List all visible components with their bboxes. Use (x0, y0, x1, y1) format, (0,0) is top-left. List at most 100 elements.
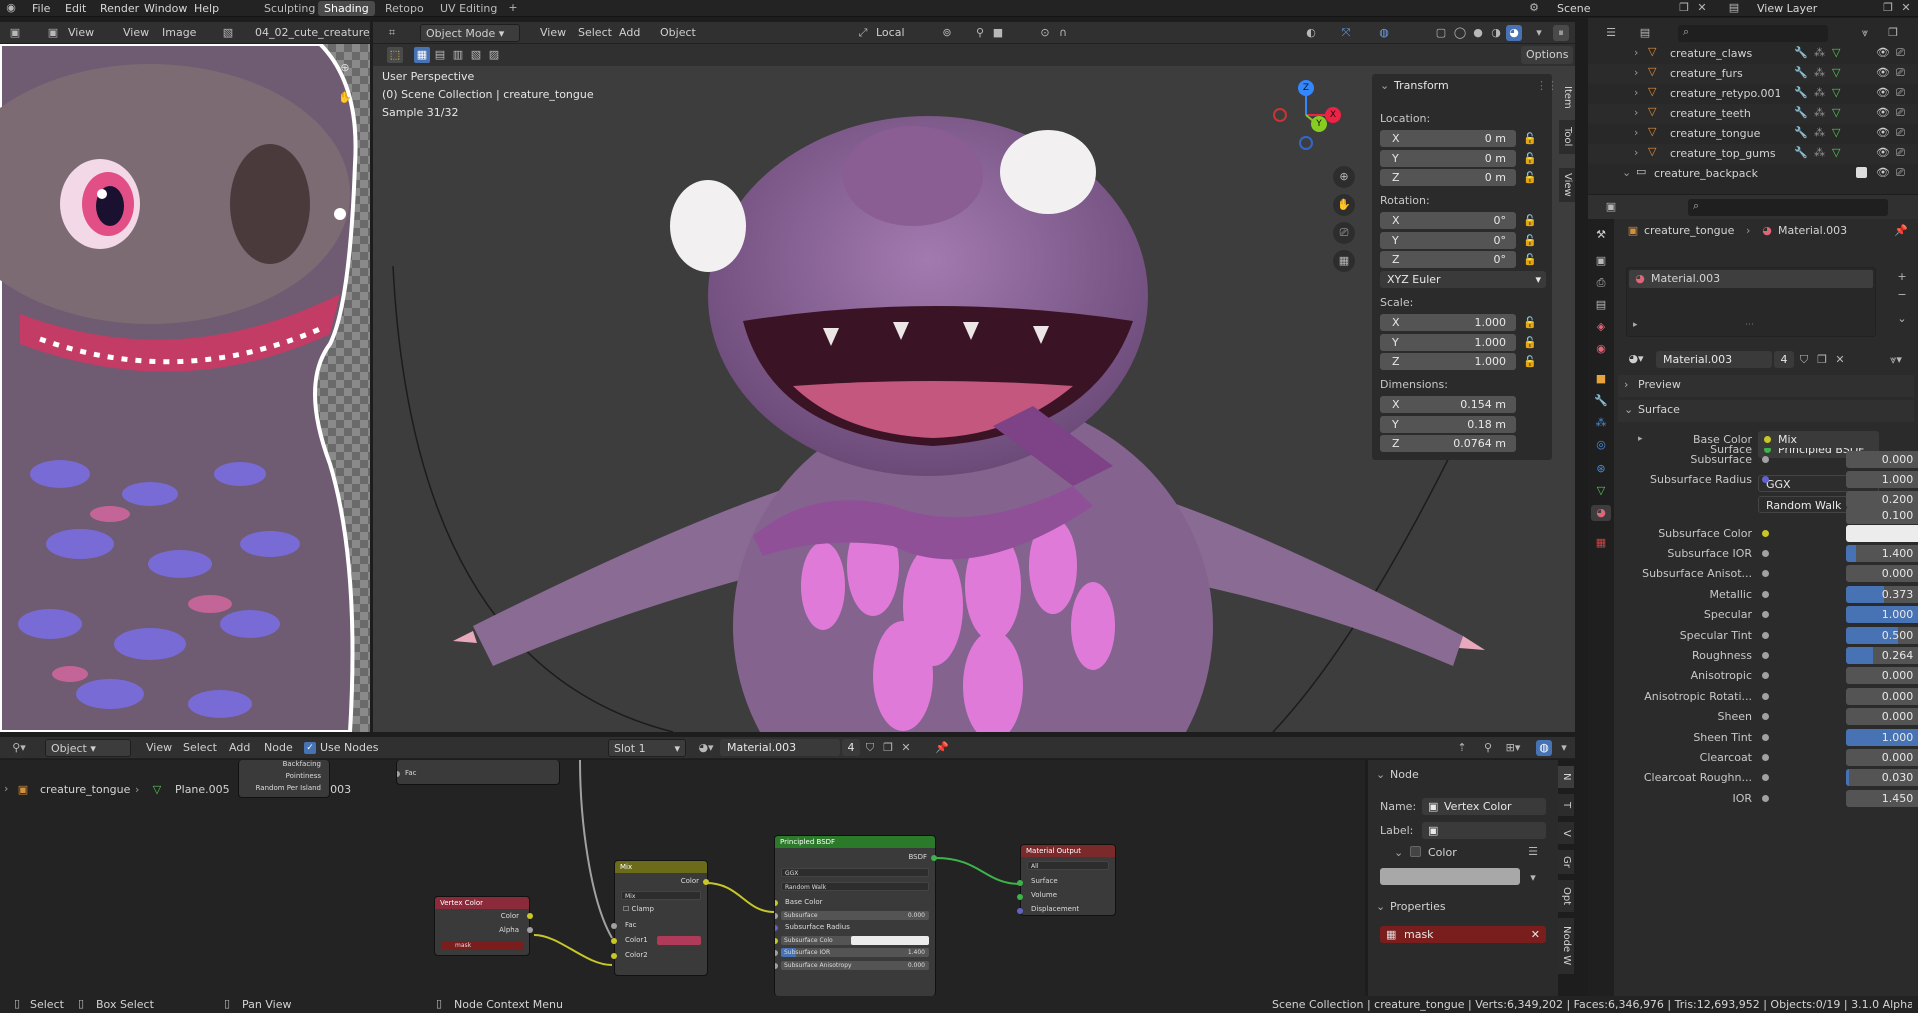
transform-collapse-icon[interactable]: ⌄ (1380, 79, 1389, 92)
gizmo-x[interactable]: X (1325, 107, 1341, 123)
mix-out-socket[interactable] (703, 879, 709, 885)
select-mode-intersect-icon[interactable]: ▨ (486, 47, 502, 63)
partial-input-node[interactable]: Fac (396, 760, 560, 785)
snap-icon[interactable]: ⚲ (972, 25, 988, 41)
input-socket-icon[interactable] (1762, 672, 1769, 680)
physics-tab-icon[interactable]: ◎ (1593, 437, 1609, 453)
select-mode-subtract-icon[interactable]: ▥ (450, 47, 466, 63)
viewport-editor-type-icon[interactable]: ⌗ (383, 25, 401, 41)
node-label-field[interactable]: ▣ (1422, 822, 1546, 839)
prop-value-field[interactable]: 0.000 (1846, 667, 1918, 685)
lock-icon[interactable]: 🔓 (1522, 354, 1538, 370)
modifier-icon[interactable]: 🔧 (1794, 46, 1808, 59)
partial-fac-socket[interactable] (397, 771, 400, 777)
mix-node[interactable]: Mix Color Mix ☐ Clamp Fac Color1 Color2 (614, 860, 708, 976)
node-fake-user-icon[interactable]: ⛉ (862, 740, 878, 756)
prop-value-field[interactable]: 1.400 (1846, 545, 1918, 562)
eye-icon[interactable]: 👁 (1876, 106, 1890, 119)
vc-attribute-field[interactable]: mask (441, 941, 523, 950)
gizmo-y[interactable]: Y (1311, 116, 1327, 132)
camera-icon[interactable]: ⎚ (1896, 106, 1905, 120)
menu-window[interactable]: Window (140, 1, 191, 16)
tab-uv-editing[interactable]: UV Editing (434, 1, 503, 16)
node-color-swatch[interactable] (1380, 868, 1520, 885)
mix-blend-dropdown[interactable]: Mix (621, 891, 701, 900)
node-breadcrumb-mesh[interactable]: Plane.005 (175, 783, 230, 796)
tab-sculpting[interactable]: Sculpting (258, 1, 321, 16)
material-tab-icon[interactable]: ◕ (1591, 505, 1611, 521)
input-socket-icon[interactable] (1762, 530, 1769, 537)
material-users-count[interactable]: 4 (1774, 351, 1794, 368)
prop-value-field[interactable]: 1.000 (1846, 471, 1918, 488)
falloff-icon[interactable]: ∩ (1055, 25, 1071, 41)
zoom-icon[interactable]: ⊕ (336, 60, 354, 76)
vc-color-socket[interactable] (527, 913, 533, 919)
node-canvas[interactable]: › ▣ creature_tongue › ▽ Plane.005 › ◕ Ma… (0, 760, 1365, 996)
camera-view-icon[interactable]: ⎚ (1333, 222, 1355, 244)
input-socket-icon[interactable] (1762, 631, 1769, 639)
subsurface-color-swatch[interactable] (1846, 525, 1918, 542)
modifier-icon[interactable]: 🔧 (1794, 86, 1808, 99)
duplicate-material-icon[interactable]: ❐ (1814, 352, 1830, 368)
breadcrumb-material[interactable]: Material.003 (1778, 223, 1847, 239)
expand-arrow-icon[interactable]: › (1634, 86, 1638, 99)
outliner-search-input[interactable]: ⌕ (1678, 25, 1828, 42)
particle-icon[interactable]: ⁂ (1814, 46, 1825, 59)
node-duplicate-icon[interactable]: ❐ (880, 740, 896, 756)
select-mode-extend-icon[interactable]: ▤ (432, 47, 448, 63)
bsdf-input-socket[interactable] (775, 950, 778, 956)
image-name-field[interactable]: 04_02_cute_creature_t (250, 24, 370, 42)
principled-bsdf-node[interactable]: Principled BSDF BSDF GGX Random Walk Bas… (774, 835, 936, 996)
menu-edit[interactable]: Edit (61, 1, 90, 16)
input-socket-icon[interactable] (1762, 754, 1769, 761)
blender-logo-icon[interactable]: ◉ (3, 0, 19, 16)
prop-value-field[interactable]: 0.373 (1846, 585, 1918, 603)
lock-icon[interactable]: 🔓 (1522, 131, 1538, 147)
overlay-toggle-icon[interactable]: ◍ (1376, 25, 1392, 41)
expand-arrow-icon[interactable]: ⌄ (1622, 166, 1631, 179)
clear-attribute-icon[interactable]: ✕ (1531, 926, 1540, 943)
prop-value-field[interactable]: 0.030 (1846, 769, 1918, 787)
outliner-editor-icon[interactable]: ☰ (1602, 25, 1620, 41)
camera-icon[interactable]: ⎚ (1896, 46, 1905, 60)
node-menu-select[interactable]: Select (178, 739, 222, 757)
node-overlay-options-icon[interactable]: ▾ (1556, 740, 1572, 756)
resize-handle-icon[interactable]: ⋯ (1745, 320, 1754, 330)
output-displacement-socket[interactable] (1017, 908, 1023, 914)
prop-value-field[interactable]: 0.100 (1846, 507, 1918, 524)
camera-icon[interactable]: ⎚ (1896, 146, 1905, 160)
prop-value-field[interactable]: 0.000 (1846, 687, 1918, 705)
input-socket-icon[interactable] (1762, 774, 1769, 782)
eye-icon[interactable]: 👁 (1876, 126, 1890, 139)
scene-name[interactable]: Scene (1553, 1, 1595, 16)
bsdf-input-field[interactable]: Subsurface 0.000 (781, 910, 929, 920)
texture-tab-icon[interactable]: ▦ (1593, 535, 1609, 551)
vertex-color-node[interactable]: Vertex Color Color Alpha mask (434, 896, 530, 956)
tab-retopo[interactable]: Retopo (379, 1, 430, 16)
add-slot-icon[interactable]: + (1894, 269, 1910, 285)
shading-material-icon[interactable]: ◑ (1488, 25, 1504, 41)
menu-render[interactable]: Render (96, 1, 143, 16)
input-socket-icon[interactable] (1762, 550, 1769, 557)
material-output-node[interactable]: Material Output All Surface Volume Displ… (1020, 844, 1116, 916)
orientation-dropdown[interactable]: Local (871, 24, 910, 42)
outliner-row[interactable]: › ▽ creature_furs 🔧 ⁂ ▽ 👁 ⎚ (1588, 64, 1918, 84)
modifier-icon[interactable]: 🔧 (1794, 146, 1808, 159)
color-presets-icon[interactable]: ☰ (1524, 844, 1542, 860)
node-overlay-icon[interactable]: ◍ (1536, 740, 1552, 756)
object-mode-dropdown[interactable]: Object Mode ▾ (420, 24, 520, 42)
prop-value-field[interactable]: 1.450 (1846, 789, 1918, 807)
shading-solid-icon[interactable]: ● (1470, 25, 1486, 41)
pan-viewport-icon[interactable]: ✋ (1333, 194, 1355, 216)
pivot-icon[interactable]: ⊚ (939, 25, 955, 41)
proportional-edit-icon[interactable]: ⊙ (1037, 25, 1053, 41)
modifier-icon[interactable]: 🔧 (1794, 126, 1808, 139)
xray-icon[interactable]: ▢ (1433, 25, 1449, 41)
mesh-data-icon[interactable]: ▽ (1832, 146, 1840, 159)
lock-icon[interactable]: 🔓 (1522, 213, 1538, 229)
mix-fac-socket[interactable] (611, 923, 617, 929)
node-snap-icon[interactable]: ⚲ (1480, 740, 1496, 756)
input-socket-icon[interactable] (1762, 733, 1769, 741)
mix-color1-swatch[interactable] (657, 936, 701, 945)
parent-node-tree-icon[interactable]: ⇡ (1454, 740, 1470, 756)
